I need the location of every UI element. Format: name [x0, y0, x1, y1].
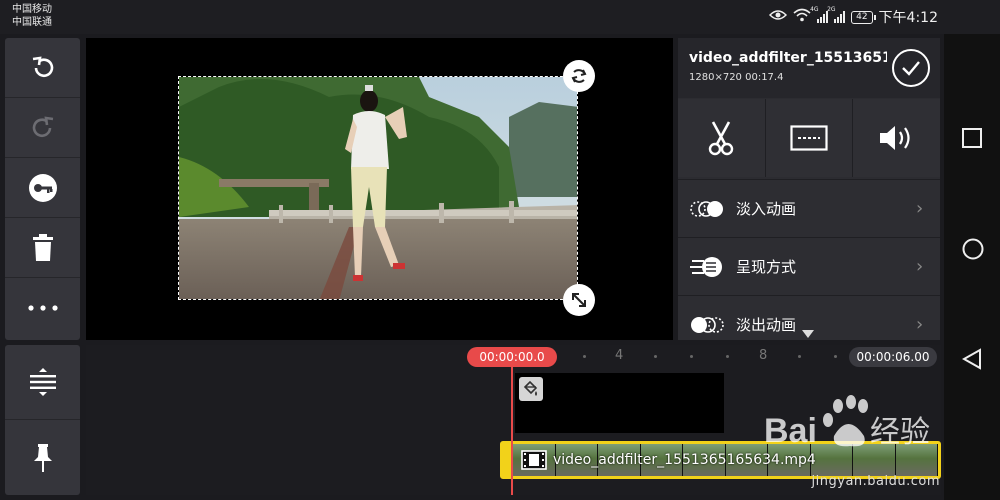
scroll-down-indicator: [802, 330, 814, 338]
watermark-url: jingyan.baidu.com: [811, 474, 940, 489]
overlay-layer-track[interactable]: [515, 373, 724, 433]
eye-icon: [769, 9, 788, 25]
rotate-icon: [571, 69, 587, 83]
pin-button[interactable]: [5, 420, 80, 495]
undo-icon: [32, 55, 53, 77]
volume-button[interactable]: [853, 99, 940, 177]
signal-2g-icon: 2G: [827, 6, 846, 23]
svg-text:经验: 经验: [870, 415, 930, 450]
resize-icon: [572, 293, 586, 307]
clip-action-buttons: [678, 99, 940, 177]
clip-settings-panel: video_addfilter_15513651... 1280×720 00:…: [678, 38, 940, 340]
motion-icon: [690, 256, 722, 277]
playhead[interactable]: [511, 367, 513, 495]
triangle-back-icon: [961, 348, 981, 370]
battery-level: 42: [856, 11, 868, 22]
ruler-label-4: 4: [615, 348, 624, 363]
more-button[interactable]: [5, 278, 80, 338]
home-button[interactable]: [962, 238, 984, 264]
split-icon: [29, 368, 56, 396]
check-icon: [902, 61, 920, 76]
clip-title: video_addfilter_15513651...: [689, 50, 887, 66]
fade-in-icon: [690, 200, 723, 217]
keyframe-button[interactable]: [5, 158, 80, 218]
display-mode-label: 呈现方式: [736, 258, 797, 276]
video-editor-screen: 中国移动 中国联通 4G 2G 42 下午4:12 video_addfilte…: [0, 0, 1000, 500]
video-frame-image: [179, 77, 577, 299]
subtitle-icon: [790, 125, 828, 151]
fade-out-icon: [691, 316, 724, 333]
display-mode-row[interactable]: 呈现方式 ›: [678, 237, 940, 295]
total-time-badge: 00:00:06.00: [849, 347, 937, 367]
carrier-2: 中国联通: [12, 17, 52, 28]
system-nav-bar: [944, 34, 1000, 500]
delete-button[interactable]: [5, 218, 80, 278]
key-icon: [28, 173, 57, 202]
svg-text:Bai: Bai: [764, 412, 817, 450]
redo-icon: [32, 115, 53, 137]
back-button[interactable]: [961, 348, 982, 374]
rotate-handle[interactable]: [563, 60, 595, 92]
recent-apps-button[interactable]: [962, 128, 982, 152]
fade-out-label: 淡出动画: [736, 316, 797, 334]
clock: 下午4:12: [878, 10, 938, 26]
paint-bucket-icon: [519, 377, 543, 401]
chevron-right-icon: ›: [916, 256, 924, 277]
current-time-badge: 00:00:00.0: [467, 347, 557, 367]
clip-meta: 1280×720 00:17.4: [689, 72, 784, 83]
left-toolbar: [5, 38, 80, 340]
carrier-1: 中国移动: [12, 4, 52, 15]
resize-handle[interactable]: [563, 284, 595, 316]
scissors-icon: [709, 121, 734, 156]
chevron-right-icon: ›: [916, 314, 924, 335]
fade-in-row[interactable]: 淡入动画 ›: [678, 179, 940, 237]
film-icon: [521, 450, 547, 470]
fade-in-label: 淡入动画: [736, 200, 797, 218]
pin-icon: [33, 443, 52, 472]
carrier-names: 中国移动 中国联通: [12, 3, 52, 29]
selected-clip-frame[interactable]: [178, 76, 578, 300]
split-track-button[interactable]: [5, 345, 80, 420]
trim-button[interactable]: [678, 99, 766, 177]
circle-icon: [962, 238, 984, 260]
status-icons: 4G 2G 42 下午4:12: [769, 6, 938, 28]
signal-1-tag: 4G: [810, 6, 819, 13]
trash-icon: [32, 233, 53, 261]
subtitle-button[interactable]: [765, 99, 854, 177]
video-preview[interactable]: [86, 38, 673, 340]
battery-icon: 42: [851, 10, 877, 24]
square-icon: [962, 128, 982, 148]
undo-button[interactable]: [5, 38, 80, 98]
baidu-watermark: Bai 经验: [764, 392, 944, 460]
more-icon: [27, 305, 58, 311]
volume-icon: [879, 126, 910, 150]
chevron-right-icon: ›: [916, 198, 924, 219]
redo-button[interactable]: [5, 98, 80, 158]
clip-info-header: video_addfilter_15513651... 1280×720 00:…: [678, 38, 940, 98]
signal-2-tag: 2G: [827, 6, 836, 13]
ruler-label-8: 8: [759, 348, 768, 363]
confirm-button[interactable]: [892, 49, 930, 87]
wifi-icon: [793, 8, 811, 26]
status-bar: 中国移动 中国联通 4G 2G 42 下午4:12: [0, 0, 1000, 34]
timeline-tools: [5, 345, 80, 495]
